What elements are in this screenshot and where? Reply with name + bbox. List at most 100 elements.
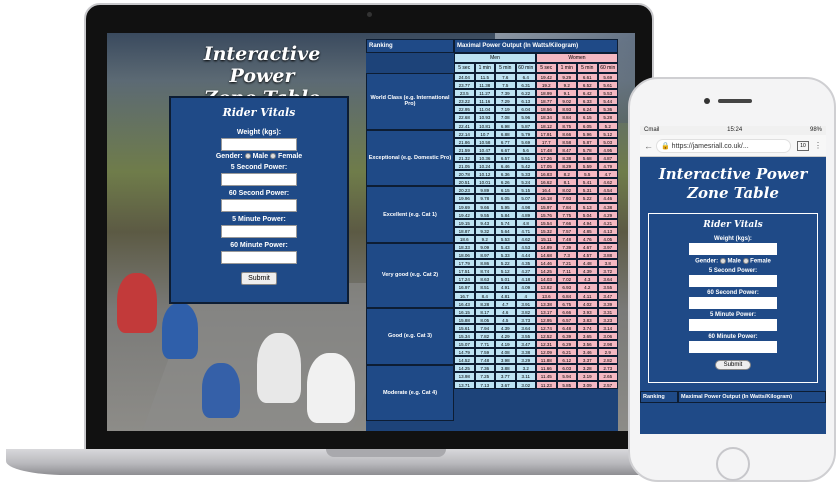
submit-button[interactable]: Submit [241, 272, 277, 285]
table-cell: 7.94 [474, 323, 495, 332]
min60-input[interactable] [221, 251, 297, 264]
table-cell: 5.51 [515, 153, 536, 163]
phone-gender-female-radio[interactable] [742, 258, 749, 264]
table-cell: 6.03 [556, 364, 577, 373]
table-cell: 8.97 [474, 251, 495, 260]
sec5-input[interactable] [221, 173, 297, 186]
table-cell: 7.75 [556, 210, 577, 219]
table-cell: 5.04 [577, 210, 598, 219]
ranking-category: World Class (e.g. International Pro) [366, 73, 454, 130]
table-cell: 2.65 [597, 372, 618, 381]
min5-input[interactable] [221, 225, 297, 238]
table-cell: 17.7 [536, 137, 557, 146]
table-cell: 6.21 [556, 348, 577, 357]
table-cell: 4.76 [577, 234, 598, 243]
gender-female-label: Female [278, 153, 303, 160]
table-cell: 10.93 [474, 113, 495, 122]
table-cell: 4.08 [495, 348, 516, 357]
table-cell: 9.09 [474, 242, 495, 252]
table-cell: 5.95 [495, 202, 516, 211]
gender-male-radio[interactable] [244, 153, 251, 160]
table-cell: 16.97 [454, 283, 475, 292]
duration-header: 5 min [577, 63, 598, 73]
duration-header: 60 min [597, 63, 618, 73]
back-arrow-icon[interactable]: ← [644, 141, 656, 151]
status-battery: 98% [809, 127, 822, 133]
table-cell: 4.5 [495, 315, 516, 324]
home-button[interactable] [716, 447, 750, 481]
phone-min60-input[interactable] [689, 340, 777, 353]
table-cell: 19.42 [536, 73, 557, 82]
table-cell: 9.02 [556, 97, 577, 106]
table-cell: 19.69 [454, 202, 475, 211]
table-cell: 13.98 [454, 372, 475, 381]
table-cell: 4.29 [495, 332, 516, 341]
weight-input[interactable] [221, 138, 297, 151]
table-row: 21.86 10.58 6.77 5.69 17.7 8.58 5.87 5.03 [454, 137, 618, 146]
table-cell: 6.93 [556, 283, 577, 292]
phone-min5-input[interactable] [689, 318, 777, 331]
table-row: 20.78 10.12 6.36 5.33 16.83 8.2 5.5 4.7 [454, 170, 618, 179]
table-cell: 6.24 [577, 105, 598, 114]
table-cell: 5.03 [597, 137, 618, 146]
sec60-input[interactable] [221, 199, 297, 212]
table-cell: 5.42 [515, 162, 536, 171]
table-cell: 5.12 [495, 267, 516, 276]
table-cell: 7.82 [474, 332, 495, 341]
table-cell: 7.57 [556, 226, 577, 235]
phone-sec60-input[interactable] [689, 296, 777, 309]
table-cell: 3.29 [515, 356, 536, 365]
table-cell: 3.88 [495, 364, 516, 373]
table-cell: 14.89 [536, 242, 557, 252]
duration-header-row: 5 sec 1 min 5 min 60 min 5 sec 1 min 5 min 60 m… [454, 63, 618, 73]
table-cell: 2.9 [597, 348, 618, 357]
table-cell: 4.05 [597, 234, 618, 243]
table-cell: 6.57 [556, 315, 577, 324]
table-cell: 6.36 [495, 170, 516, 179]
table-cell: 16.7 [454, 291, 475, 300]
table-row: 15.88 8.05 4.5 3.73 12.95 6.57 3.83 3.23 [454, 315, 618, 324]
table-cell: 13.71 [454, 380, 475, 389]
table-cell: 5.5 [577, 170, 598, 179]
table-cell: 5.41 [577, 178, 598, 187]
mpo-header: Maximal Power Output (In Watts/Kilogram) [454, 39, 618, 53]
ranking-header: Ranking [366, 39, 454, 53]
table-cell: 4.09 [515, 283, 536, 292]
table-cell: 18.56 [536, 105, 557, 114]
table-cell: 18.6 [454, 234, 475, 243]
table-cell: 17.48 [536, 145, 557, 154]
table-cell: 11.45 [536, 372, 557, 381]
table-cell: 3.19 [577, 372, 598, 381]
table-cell: 2.57 [597, 380, 618, 389]
table-cell: 5.33 [495, 251, 516, 260]
table-cell: 12.95 [536, 315, 557, 324]
table-cell: 4.89 [515, 210, 536, 219]
table-row: 15.61 7.94 4.39 3.64 12.74 6.48 3.74 3.14 [454, 323, 618, 332]
table-cell: 4.95 [597, 145, 618, 154]
tabs-count-icon[interactable]: 10 [797, 140, 809, 151]
table-cell: 6.29 [556, 340, 577, 349]
menu-icon[interactable]: ⋮ [814, 141, 822, 150]
table-cell: 8.47 [556, 145, 577, 154]
phone-gender-male-radio[interactable] [719, 258, 726, 264]
table-row: 19.15 9.43 5.74 4.8 15.54 7.66 4.94 4.21 [454, 218, 618, 227]
table-cell: 6.13 [515, 97, 536, 106]
table-cell: 11.5 [474, 73, 495, 82]
phone-weight-input[interactable] [689, 243, 777, 255]
table-cell: 4.85 [577, 226, 598, 235]
table-cell: 4.18 [515, 275, 536, 284]
gender-female-radio[interactable] [270, 153, 277, 160]
table-cell: 6.39 [556, 332, 577, 341]
table-row: 13.71 7.13 3.67 3.02 11.23 5.85 3.09 2.57 [454, 380, 618, 389]
table-cell: 2.73 [597, 364, 618, 373]
phone-submit-button[interactable]: Submit [714, 359, 752, 370]
table-cell: 3.38 [515, 348, 536, 357]
table-row: 23.5 11.27 7.39 6.22 18.99 9.1 6.42 5.53 [454, 89, 618, 98]
table-cell: 3.47 [597, 291, 618, 300]
phone-sec5-input[interactable] [689, 274, 777, 287]
table-cell: 3.14 [597, 323, 618, 332]
table-cell: 17.91 [536, 129, 557, 138]
table-cell: 4.57 [577, 251, 598, 260]
table-cell: 6.57 [495, 153, 516, 163]
url-field[interactable]: 🔒 https://jamesriall.co.uk/... [656, 138, 791, 153]
